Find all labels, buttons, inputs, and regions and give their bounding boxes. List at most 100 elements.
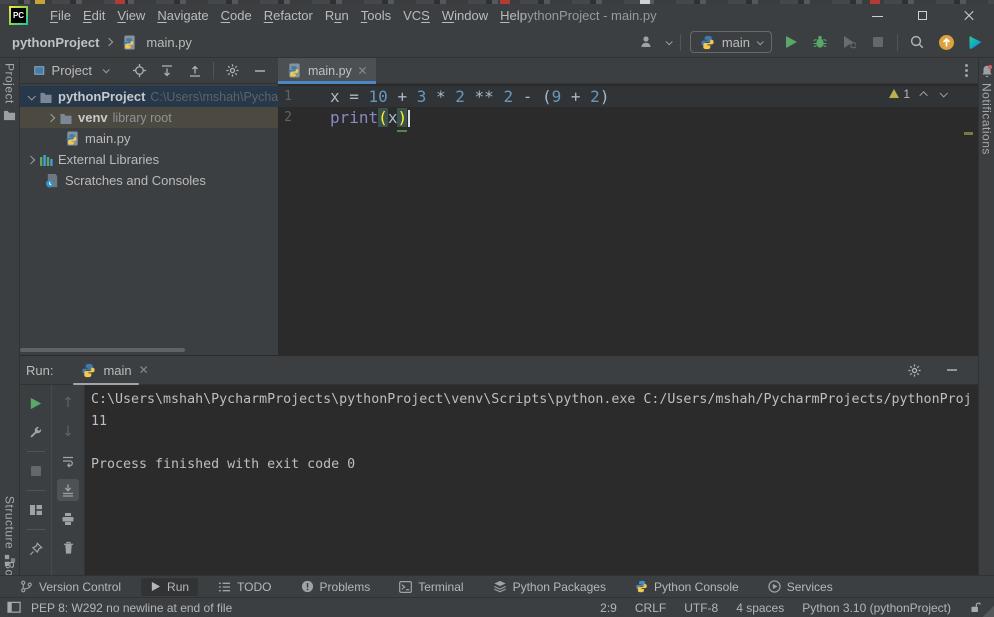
run-console-output[interactable]: C:\Users\mshah\PycharmProjects\pythonPro… — [84, 385, 978, 575]
tool-button-structure[interactable]: Structure — [0, 496, 19, 567]
menu-tools[interactable]: Tools — [355, 6, 397, 25]
prev-occurrence-button[interactable]: ↑ — [57, 392, 79, 414]
menu-edit[interactable]: Edit — [77, 6, 111, 25]
chevron-down-icon[interactable] — [102, 66, 110, 74]
close-button[interactable] — [946, 4, 992, 27]
tool-window-button-version-control[interactable]: Version Control — [11, 578, 130, 596]
user-avatar-icon[interactable] — [637, 32, 657, 52]
minimize-button[interactable] — [854, 4, 900, 27]
tool-windows-toggle-icon[interactable] — [7, 601, 22, 614]
project-panel-title[interactable]: Project — [52, 63, 92, 78]
tree-item-pythonproject[interactable]: pythonProject C:\Users\mshah\PycharmProje… — [20, 86, 278, 107]
search-everywhere-button[interactable] — [907, 32, 927, 52]
print-button[interactable] — [57, 508, 79, 530]
tab-options-icon[interactable] — [965, 64, 968, 77]
project-tool-window: Project pythonProject C:\Users\mshah\Pyc… — [20, 58, 278, 355]
debug-button[interactable] — [810, 32, 830, 52]
menu-navigate[interactable]: Navigate — [151, 6, 214, 25]
toolbar-divider — [26, 451, 45, 452]
soft-wrap-button[interactable] — [57, 450, 79, 472]
tree-chevron-right-icon[interactable] — [26, 155, 36, 164]
tool-button-project[interactable]: Project — [0, 63, 19, 121]
tab-close-icon[interactable] — [358, 66, 367, 75]
code-line-1[interactable]: 1x = 10 + 3 * 2 ** 2 - (9 + 2) — [278, 86, 978, 107]
breadcrumb-file[interactable]: main.py — [146, 35, 192, 50]
title-bar[interactable]: PC File Edit View Navigate Code Refactor Run To… — [0, 4, 994, 27]
stop-process-button[interactable] — [25, 460, 47, 482]
run-tab-title: main — [103, 362, 132, 378]
hide-panel-button[interactable] — [250, 61, 270, 81]
left-tool-strip: Project Structure Bookmarks — [0, 58, 20, 617]
edit-configuration-wrench-icon[interactable] — [25, 421, 47, 443]
tree-item-venv[interactable]: venv library root — [20, 107, 278, 128]
menu-code[interactable]: Code — [215, 6, 258, 25]
line-number[interactable]: 2 — [278, 110, 330, 125]
menu-run[interactable]: Run — [319, 6, 355, 25]
run-settings-gear-icon[interactable] — [904, 360, 924, 380]
hide-run-panel-button[interactable] — [942, 360, 962, 380]
tree-item-label: pythonProject — [58, 89, 146, 104]
tool-window-button-problems[interactable]: Problems — [292, 578, 380, 596]
menu-file[interactable]: File — [44, 6, 77, 25]
breadcrumb-project[interactable]: pythonProject — [12, 35, 99, 50]
code-with-me-icon[interactable] — [965, 32, 985, 52]
expand-all-button[interactable] — [157, 61, 177, 81]
tool-window-button-run[interactable]: Run — [141, 577, 199, 596]
tool-button-notifications[interactable]: Notifications — [979, 64, 994, 155]
pin-tab-button[interactable] — [25, 538, 47, 560]
run-configuration-select[interactable]: main — [689, 31, 772, 53]
ide-update-icon[interactable] — [936, 32, 956, 52]
editor-tab-main-py[interactable]: main.py — [278, 57, 376, 84]
scroll-to-end-button[interactable] — [57, 479, 79, 501]
file-encoding[interactable]: UTF-8 — [684, 601, 718, 615]
stop-button[interactable] — [868, 32, 888, 52]
menu-view[interactable]: View — [111, 6, 151, 25]
tool-window-button-todo[interactable]: TODO — [209, 578, 280, 596]
locate-file-button[interactable] — [129, 61, 149, 81]
console-line: Process finished with exit code 0 — [91, 456, 356, 472]
project-horizontal-scrollbar[interactable] — [20, 348, 185, 352]
clear-console-trash-icon[interactable] — [57, 537, 79, 559]
collapse-all-button[interactable] — [185, 61, 205, 81]
line-number[interactable]: 1 — [278, 89, 330, 104]
next-occurrence-button[interactable]: ↓ — [57, 421, 79, 443]
menu-bar: File Edit View Navigate Code Refactor Run Tools… — [44, 6, 533, 25]
previous-problem-icon[interactable] — [919, 91, 928, 100]
caret-position[interactable]: 2:9 — [600, 601, 617, 615]
tool-window-button-services[interactable]: Services — [759, 578, 842, 596]
line-separator[interactable]: CRLF — [635, 601, 666, 615]
resize-grip[interactable] — [980, 603, 994, 617]
settings-gear-icon[interactable] — [222, 61, 242, 81]
run-panel-actions — [904, 360, 962, 380]
error-stripe-warning-mark[interactable] — [964, 132, 973, 135]
tree-item-scratches-and-consoles[interactable]: Scratches and Consoles — [20, 170, 278, 191]
menu-refactor[interactable]: Refactor — [258, 6, 319, 25]
code-editor[interactable]: 1x = 10 + 3 * 2 ** 2 - (9 + 2) 2 print(x) … — [278, 84, 978, 354]
tool-window-button-terminal[interactable]: Terminal — [390, 578, 472, 596]
scratches-icon — [45, 173, 60, 188]
tool-window-button-python-console[interactable]: Python Console — [626, 578, 748, 596]
interpreter[interactable]: Python 3.10 (pythonProject) — [802, 601, 951, 615]
run-button[interactable] — [781, 32, 801, 52]
tree-chevron-right-icon[interactable] — [46, 113, 56, 122]
terminal-icon — [399, 580, 413, 593]
breadcrumb-separator-icon — [105, 37, 114, 47]
maximize-button[interactable] — [900, 4, 946, 27]
status-message[interactable]: PEP 8: W292 no newline at end of file — [31, 601, 232, 615]
toolbar-divider — [26, 490, 45, 491]
tool-window-button-python-packages[interactable]: Python Packages — [484, 578, 615, 596]
run-with-coverage-button[interactable] — [839, 32, 859, 52]
menu-window[interactable]: Window — [436, 6, 494, 25]
tree-chevron-down-icon[interactable] — [27, 91, 36, 101]
code-line-2[interactable]: 2 print(x) — [278, 107, 978, 132]
menu-vcs[interactable]: VCS — [397, 6, 436, 25]
warning-indicator[interactable]: 1 — [889, 87, 910, 101]
project-strip-label: Project — [2, 63, 17, 104]
rerun-button[interactable] — [25, 392, 47, 414]
restore-layout-button[interactable] — [25, 499, 47, 521]
indent-setting[interactable]: 4 spaces — [736, 601, 784, 615]
tree-item-external-libraries[interactable]: External Libraries — [20, 149, 278, 170]
tree-item-main-py[interactable]: main.py — [20, 128, 278, 149]
run-tab-main[interactable]: main ✕ — [73, 356, 156, 385]
run-tab-close-icon[interactable]: ✕ — [139, 363, 149, 377]
